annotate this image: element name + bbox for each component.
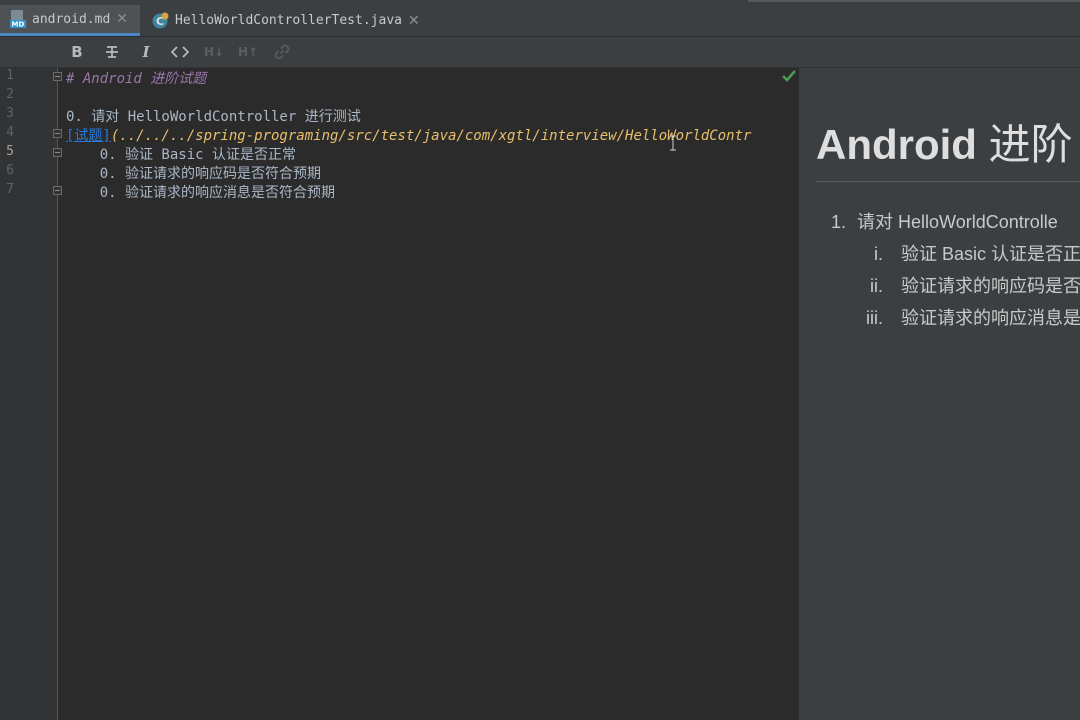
heading-cjk: 进阶 — [988, 121, 1073, 168]
list-number: iii. — [866, 308, 883, 328]
close-icon[interactable]: ✕ — [116, 11, 128, 27]
java-class-icon: C — [152, 12, 169, 29]
preview-sublist-item: ii. 验证请求的响应码是否 — [859, 272, 1080, 298]
fold-marker-icon[interactable] — [53, 148, 62, 157]
mouse-ibeam-icon — [670, 135, 676, 151]
header-down-icon[interactable]: H↓ — [203, 41, 225, 63]
markdown-editor[interactable]: 1 2 3 4 5 6 7 # Android 进阶试题 0. 请对 Hello… — [0, 68, 799, 720]
editor-line-7: 0. 验证请求的响应消息是否符合预期 — [66, 185, 336, 201]
line-number: 3 — [6, 106, 14, 121]
list-text: 验证请求的响应消息是 — [901, 308, 1080, 328]
list-number: i. — [874, 244, 883, 264]
preview-sublist-item: iii. 验证请求的响应消息是 — [859, 304, 1080, 330]
markdown-toolbar: B I H↓ H↑ — [0, 37, 1080, 68]
editor-line-5: 0. 验证 Basic 认证是否正常 — [66, 147, 297, 163]
preview-heading: Android 进阶 — [816, 111, 1073, 172]
header-up-icon[interactable]: H↑ — [237, 41, 259, 63]
markdown-file-icon: MD — [10, 10, 26, 28]
markdown-preview: Android 进阶 1. 请对 HelloWorldControlle i. … — [799, 68, 1080, 720]
tab-label: HelloWorldControllerTest.java — [175, 13, 402, 28]
heading-rule — [816, 181, 1080, 182]
fold-marker-icon[interactable] — [53, 129, 62, 138]
fold-marker-icon[interactable] — [53, 186, 62, 195]
editor-line-3: 0. 请对 HelloWorldController 进行测试 — [66, 109, 361, 125]
heading-latin: Android — [816, 121, 977, 168]
list-number: ii. — [870, 276, 883, 296]
strikethrough-icon[interactable] — [101, 41, 123, 63]
preview-sublist-item: i. 验证 Basic 认证是否正 — [859, 240, 1080, 266]
line-number-current: 5 — [6, 144, 14, 159]
fold-marker-icon[interactable] — [53, 72, 62, 81]
check-icon — [782, 70, 796, 82]
editor-line-6: 0. 验证请求的响应码是否符合预期 — [66, 166, 322, 182]
ide-window: MD android.md ✕ C HelloWorldControllerTe… — [0, 0, 1080, 720]
line-number: 6 — [6, 163, 14, 178]
italic-icon[interactable]: I — [135, 41, 157, 63]
svg-text:MD: MD — [12, 21, 25, 29]
link-url[interactable]: (../../../spring-programing/src/test/jav… — [111, 128, 752, 144]
link-icon[interactable] — [271, 41, 293, 63]
line-number: 2 — [6, 87, 14, 102]
preview-list-item: 1. 请对 HelloWorldControlle — [829, 208, 1058, 234]
editor-tab-bar: MD android.md ✕ C HelloWorldControllerTe… — [0, 0, 1080, 37]
tab-label: android.md — [32, 11, 111, 27]
line-gutter: 1 2 3 4 5 6 7 — [0, 68, 58, 720]
tab-helloworldcontrollertest[interactable]: C HelloWorldControllerTest.java ✕ — [142, 5, 430, 36]
list-text: 验证 Basic 认证是否正 — [901, 244, 1080, 264]
list-text: 请对 HelloWorldControlle — [857, 212, 1058, 232]
line-number: 4 — [6, 125, 14, 140]
line-number: 7 — [6, 182, 14, 197]
list-text: 验证请求的响应码是否 — [901, 276, 1080, 296]
tabbar-divider — [748, 0, 1080, 2]
close-icon[interactable]: ✕ — [408, 13, 420, 29]
editor-line-1: # Android 进阶试题 — [66, 71, 207, 87]
link-text[interactable]: [试题] — [66, 128, 111, 144]
bold-icon[interactable]: B — [66, 41, 88, 63]
line-number: 1 — [6, 68, 14, 83]
list-number: 1. — [830, 212, 846, 232]
editor-line-4: [试题](../../../spring-programing/src/test… — [66, 125, 751, 145]
tab-android-md[interactable]: MD android.md ✕ — [0, 5, 140, 36]
code-icon[interactable] — [169, 41, 191, 63]
